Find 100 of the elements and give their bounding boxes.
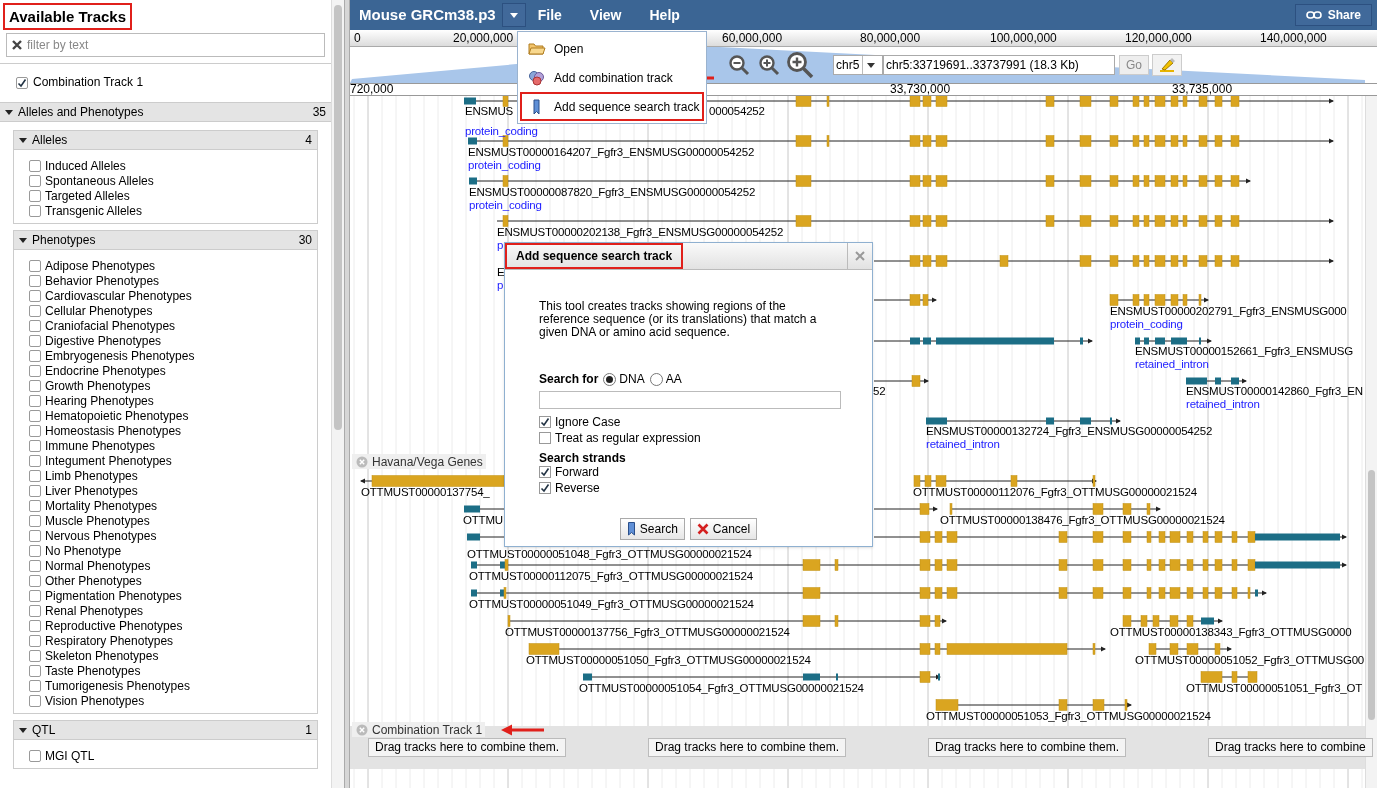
track-label[interactable]: Cardiovascular Phenotypes <box>45 288 192 303</box>
location-field[interactable]: chr5:33719691..33737991 (18.3 Kb) <box>883 55 1115 75</box>
drop-zone[interactable]: Drag tracks here to combine them. <box>928 738 1127 757</box>
share-button[interactable]: Share <box>1294 4 1372 26</box>
track-label[interactable]: Reproductive Phenotypes <box>45 618 183 633</box>
checkbox[interactable] <box>29 694 41 707</box>
menu-item[interactable]: File <box>536 4 563 26</box>
track-label[interactable]: Induced Alleles <box>45 158 126 173</box>
drop-zone[interactable]: Drag tracks here to combine <box>1208 738 1373 757</box>
checkbox[interactable] <box>29 679 41 692</box>
radio-button[interactable] <box>603 372 617 386</box>
track-label[interactable]: Spontaneous Alleles <box>45 173 154 188</box>
drop-zone[interactable]: Drag tracks here to combine them. <box>368 738 567 757</box>
drop-zone[interactable]: Drag tracks here to combine them. <box>648 738 847 757</box>
track-label[interactable]: Growth Phenotypes <box>45 378 151 393</box>
checkbox[interactable] <box>29 394 41 407</box>
checkbox[interactable] <box>16 76 28 89</box>
radio-button[interactable] <box>649 372 663 386</box>
menu-item[interactable]: Add sequence search track <box>520 92 704 121</box>
dropdown-button[interactable] <box>501 3 526 27</box>
track-label[interactable]: Behavior Phenotypes <box>45 273 160 288</box>
checkbox[interactable] <box>29 454 41 467</box>
track-label[interactable]: Taste Phenotypes <box>45 663 141 678</box>
scrollbar[interactable] <box>331 0 344 788</box>
checkbox[interactable] <box>29 544 41 557</box>
checkbox[interactable] <box>29 529 41 542</box>
track-label[interactable]: Craniofacial Phenotypes <box>45 318 176 333</box>
checkbox[interactable] <box>29 664 41 677</box>
track-label[interactable]: Hearing Phenotypes <box>45 393 154 408</box>
search-button[interactable]: Search <box>619 518 685 540</box>
checkbox[interactable] <box>29 484 41 497</box>
close-icon[interactable] <box>356 455 368 468</box>
expand-triangle-icon[interactable] <box>19 236 27 244</box>
checkbox[interactable] <box>539 415 551 428</box>
checkbox[interactable] <box>539 465 551 478</box>
checkbox[interactable] <box>29 424 41 437</box>
track-label[interactable]: Combination Track 1 <box>33 75 144 90</box>
track-label[interactable]: Limb Phenotypes <box>45 468 138 483</box>
menu-item[interactable]: View <box>588 4 623 26</box>
track-label[interactable]: Adipose Phenotypes <box>45 258 156 273</box>
checkbox[interactable] <box>29 334 41 347</box>
menu-item[interactable]: Add combination track <box>520 63 704 92</box>
checkbox[interactable] <box>29 304 41 317</box>
category-header[interactable]: Alleles and Phenotypes 35 <box>0 102 332 122</box>
checkbox[interactable] <box>29 499 41 512</box>
menu-item[interactable]: Help <box>648 4 681 26</box>
track-label[interactable]: Immune Phenotypes <box>45 438 156 453</box>
checkbox[interactable] <box>29 274 41 287</box>
track-label[interactable]: Respiratory Phenotypes <box>45 633 174 648</box>
cancel-button[interactable]: Cancel <box>689 518 758 540</box>
track-label[interactable]: Vision Phenotypes <box>45 693 145 708</box>
zoom-in-icon[interactable] <box>786 51 814 79</box>
track-label[interactable]: Cellular Phenotypes <box>45 303 153 318</box>
checkbox[interactable] <box>29 634 41 647</box>
track-label[interactable]: Transgenic Alleles <box>45 203 142 218</box>
expand-triangle-icon[interactable] <box>19 726 27 734</box>
track-label[interactable]: Havana/Vega Genes <box>352 454 486 469</box>
track-label[interactable]: Homeostasis Phenotypes <box>45 423 182 438</box>
checkbox[interactable] <box>29 574 41 587</box>
track-label[interactable]: MGI QTL <box>45 748 95 763</box>
track-label[interactable]: Liver Phenotypes <box>45 483 138 498</box>
track-label[interactable]: Embryogenesis Phenotypes <box>45 348 195 363</box>
checkbox[interactable] <box>29 159 41 172</box>
checkbox[interactable] <box>29 439 41 452</box>
track-label[interactable]: Hematopoietic Phenotypes <box>45 408 189 423</box>
checkbox[interactable] <box>29 749 41 762</box>
checkbox[interactable] <box>29 589 41 602</box>
track-label[interactable]: Tumorigenesis Phenotypes <box>45 678 190 693</box>
track-label[interactable]: Muscle Phenotypes <box>45 513 150 528</box>
track-label[interactable]: Integument Phenotypes <box>45 453 172 468</box>
checkbox[interactable] <box>29 409 41 422</box>
track-label[interactable]: Other Phenotypes <box>45 573 142 588</box>
expand-triangle-icon[interactable] <box>19 136 27 144</box>
checkbox[interactable] <box>29 364 41 377</box>
expand-triangle-icon[interactable] <box>5 108 13 116</box>
checkbox[interactable] <box>29 649 41 662</box>
checkbox[interactable] <box>539 431 551 444</box>
track-label[interactable]: Endocrine Phenotypes <box>45 363 166 378</box>
track-label[interactable]: Combination Track 1 <box>352 722 486 737</box>
chromosome-select[interactable]: chr5 <box>833 55 883 75</box>
checkbox[interactable] <box>29 259 41 272</box>
track-label[interactable]: Mortality Phenotypes <box>45 498 158 513</box>
checkbox[interactable] <box>29 349 41 362</box>
checkbox[interactable] <box>29 319 41 332</box>
checkbox[interactable] <box>29 469 41 482</box>
track-label[interactable]: Pigmentation Phenotypes <box>45 588 182 603</box>
checkbox[interactable] <box>29 559 41 572</box>
track-label[interactable]: Renal Phenotypes <box>45 603 144 618</box>
track-label[interactable]: No Phenotype <box>45 543 122 558</box>
checkbox[interactable] <box>29 619 41 632</box>
checkbox[interactable] <box>539 481 551 494</box>
track-label[interactable]: Skeleton Phenotypes <box>45 648 159 663</box>
highlight-button[interactable] <box>1152 54 1182 76</box>
checkbox[interactable] <box>29 204 41 217</box>
track-label[interactable]: Normal Phenotypes <box>45 558 151 573</box>
category-header[interactable]: QTL 1 <box>14 720 318 740</box>
filter-field[interactable]: filter by text <box>6 33 326 57</box>
track-label[interactable]: Targeted Alleles <box>45 188 130 203</box>
checkbox[interactable] <box>29 379 41 392</box>
sequence-field[interactable] <box>539 391 841 409</box>
